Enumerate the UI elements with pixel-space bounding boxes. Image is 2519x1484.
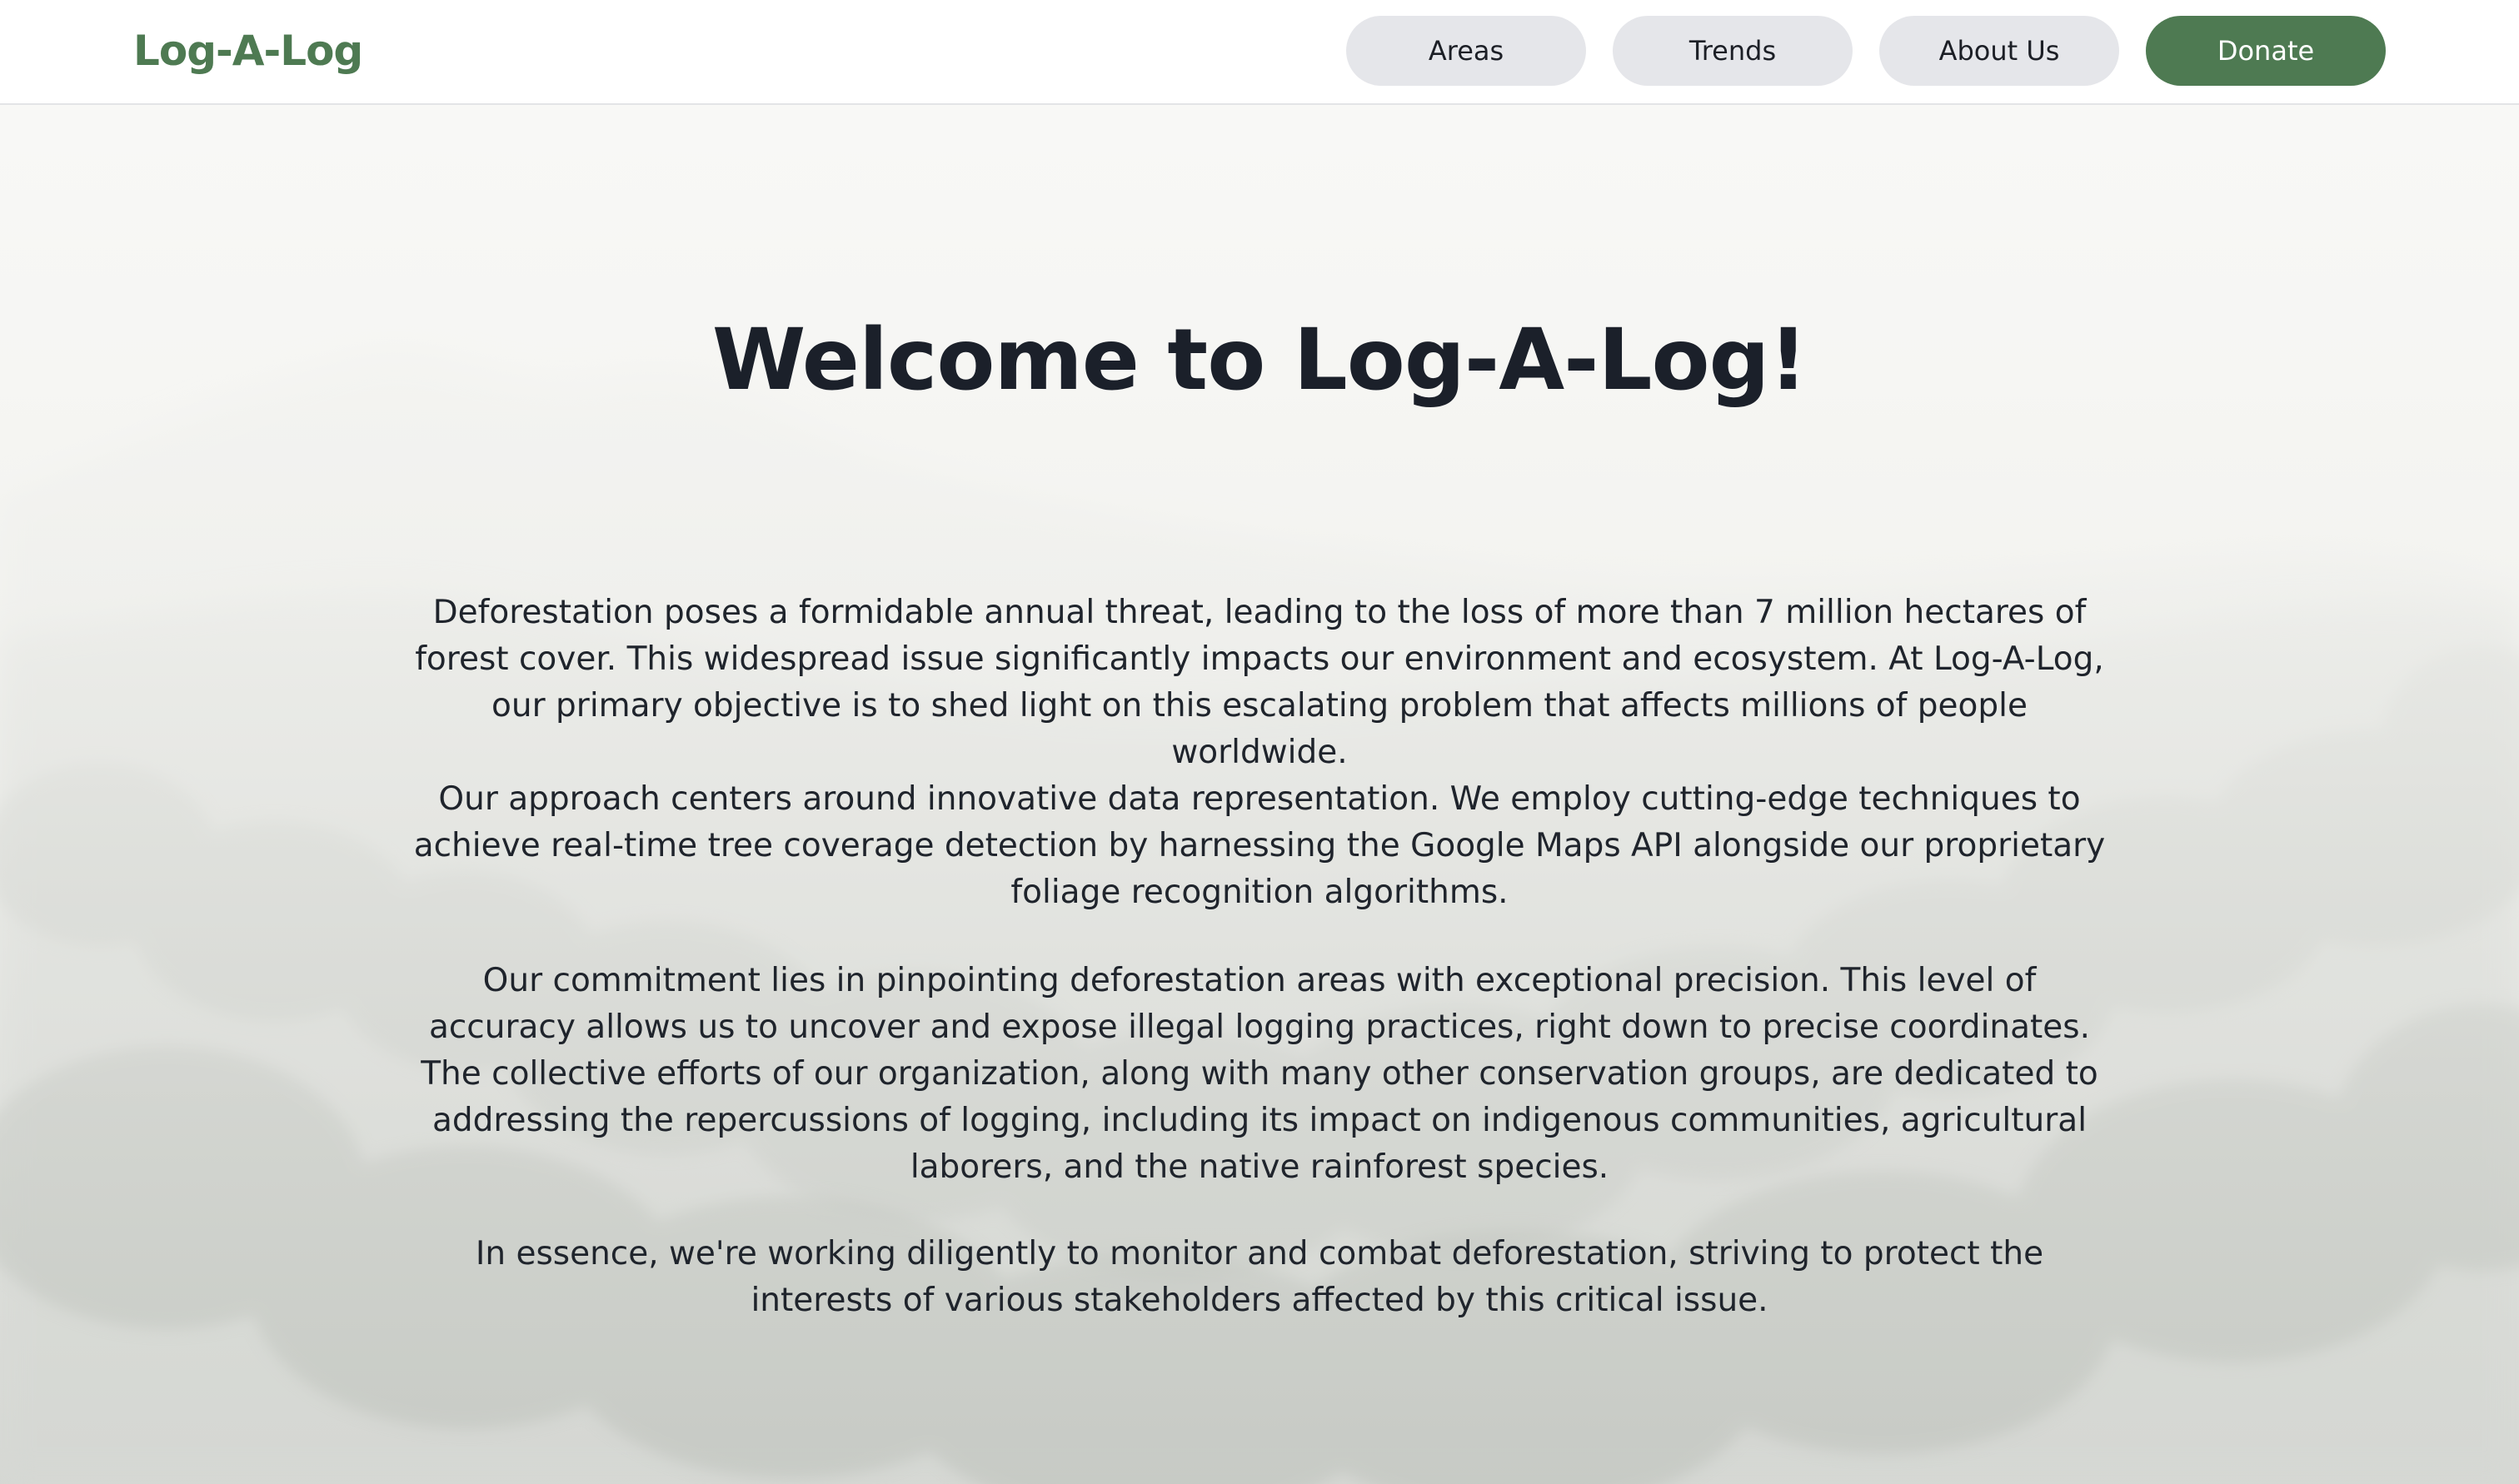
donate-button[interactable]: Donate (2146, 16, 2386, 86)
page: Log-A-Log Areas Trends About Us Donate W… (0, 0, 2519, 1484)
intro-paragraph: Deforestation poses a formidable annual … (415, 594, 2104, 771)
page-title: Welcome to Log-A-Log! (711, 311, 1808, 410)
nav-trends-button[interactable]: Trends (1613, 16, 1853, 86)
main-nav: Areas Trends About Us Donate (1346, 16, 2386, 86)
hero-content: Welcome to Log-A-Log! Deforestation pose… (0, 105, 2519, 1484)
site-logo[interactable]: Log-A-Log (133, 23, 363, 78)
nav-about-us-button[interactable]: About Us (1879, 16, 2119, 86)
approach-paragraph: Our approach centers around innovative d… (413, 780, 2106, 911)
summary-paragraph: In essence, we're working diligently to … (475, 1235, 2044, 1319)
nav-areas-button[interactable]: Areas (1346, 16, 1586, 86)
commitment-paragraph: Our commitment lies in pinpointing defor… (421, 962, 2098, 1186)
hero-section: Welcome to Log-A-Log! Deforestation pose… (0, 105, 2519, 1484)
top-navigation-bar: Log-A-Log Areas Trends About Us Donate (0, 0, 2519, 105)
